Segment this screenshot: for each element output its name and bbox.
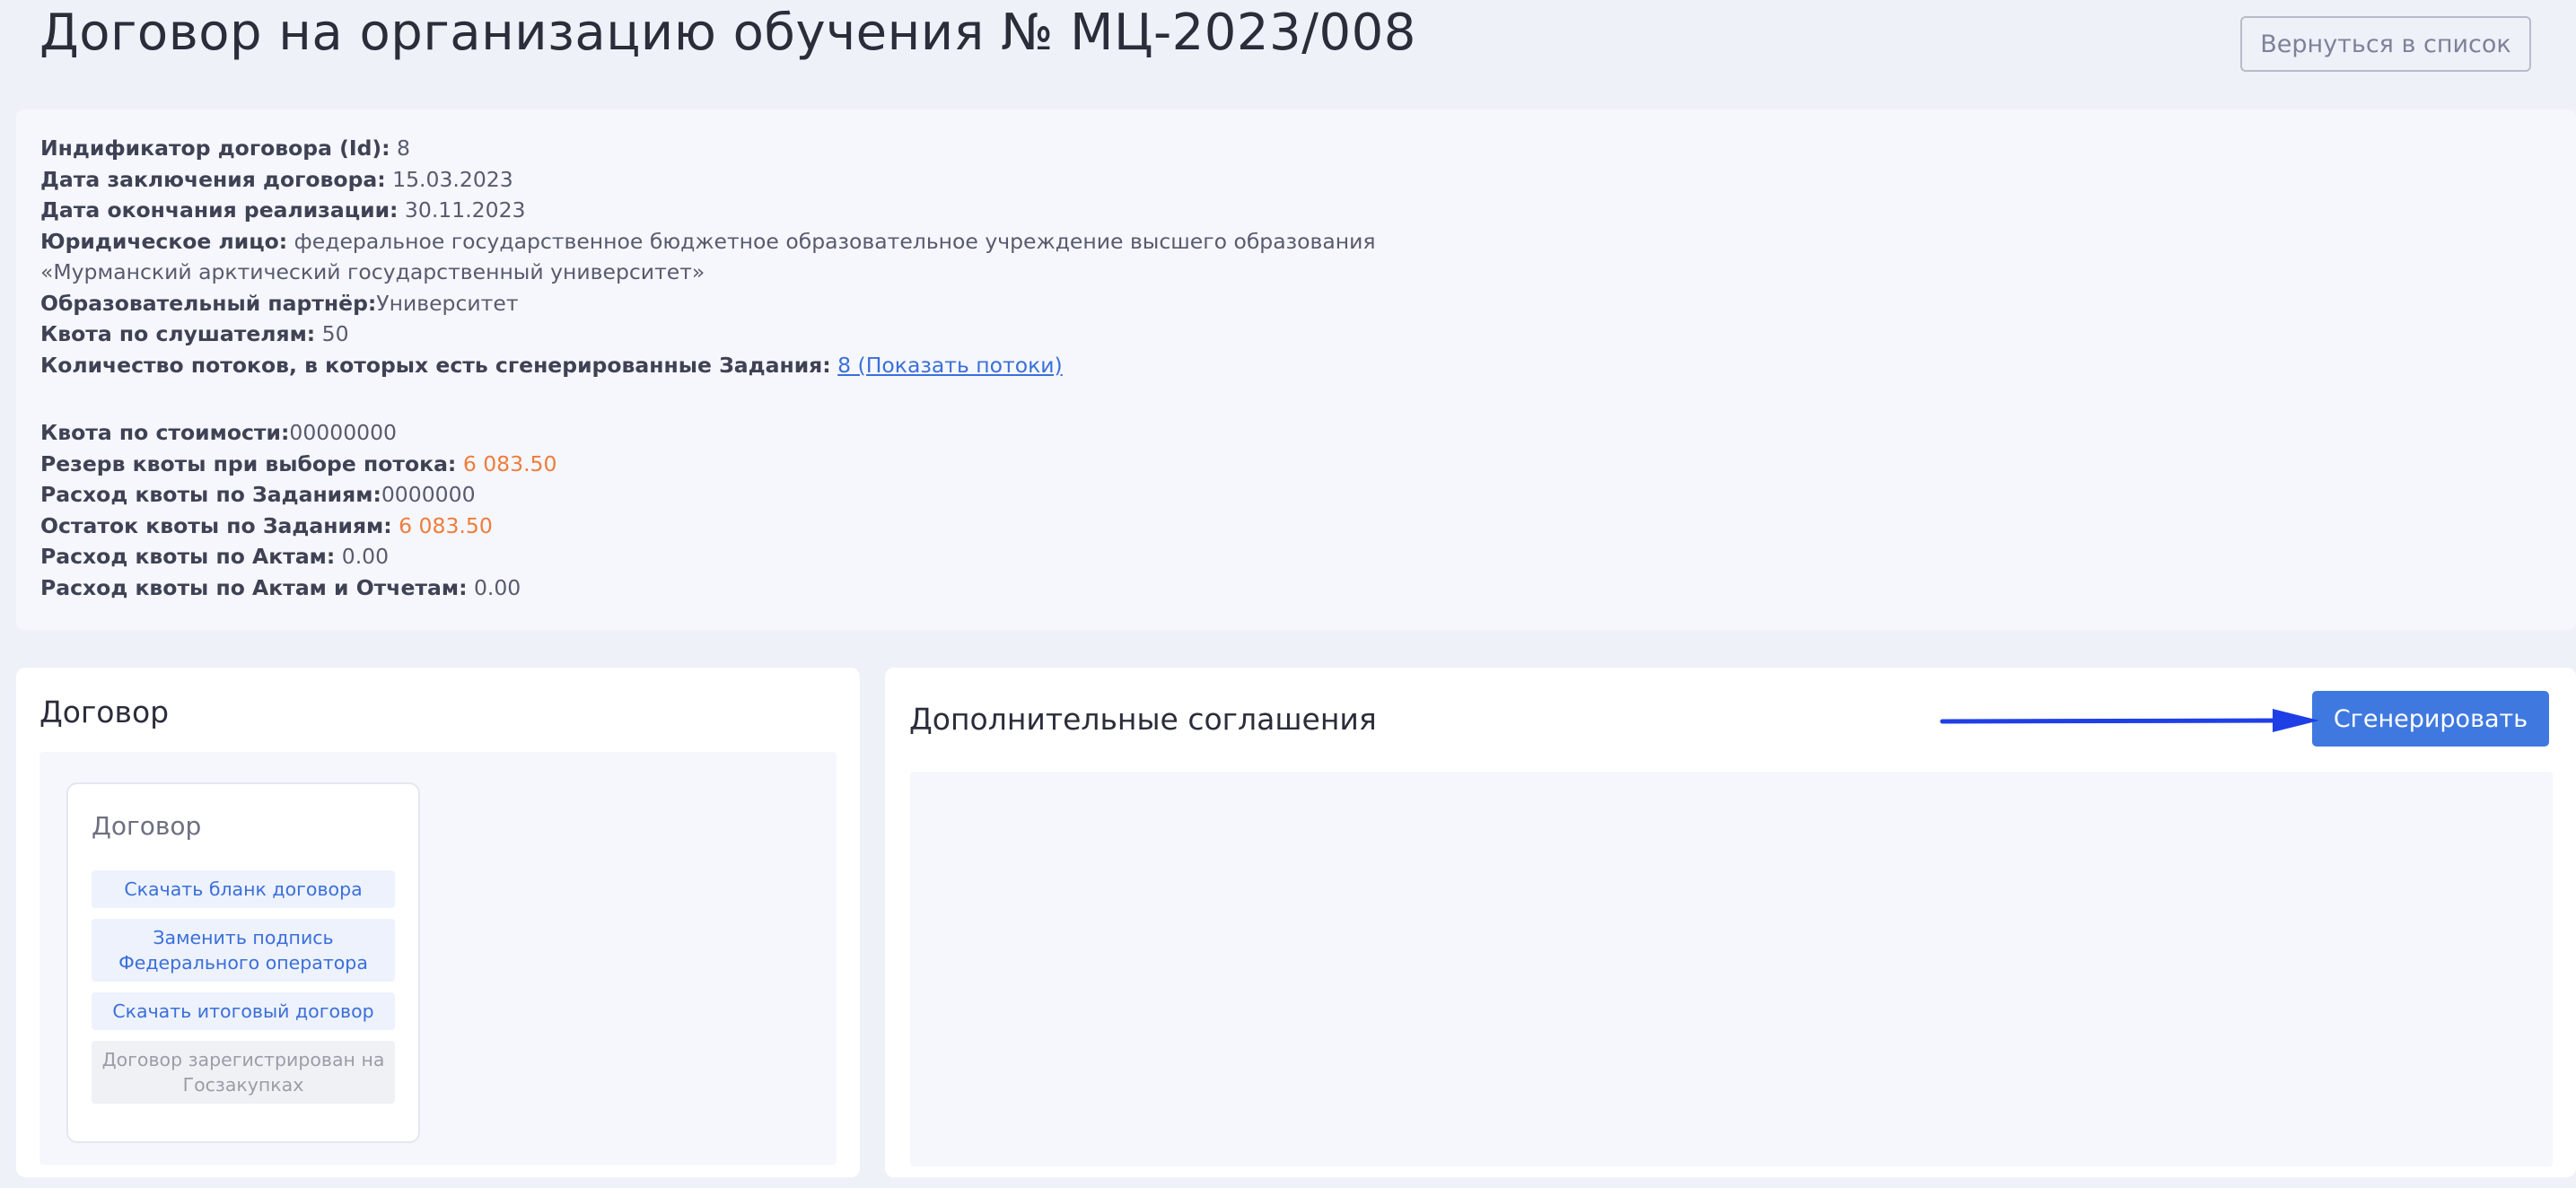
info-spend-acts-label: Расход квоты по Актам:	[40, 544, 336, 569]
agreements-list-area	[910, 772, 2553, 1166]
registered-status-button: Договор зарегистрирован на Госзакупках	[92, 1041, 395, 1104]
info-remain-tasks: Остаток квоты по Заданиям: 6 083.50	[40, 511, 1376, 542]
info-id-value: 8	[390, 135, 410, 161]
info-date-label: Дата заключения договора:	[40, 166, 386, 192]
info-end-date: Дата окончания реализации: 30.11.2023	[40, 195, 1376, 226]
info-remain-tasks-value: 6 083.50	[399, 512, 493, 538]
info-spend-acts: Расход квоты по Актам: 0.00	[40, 541, 1376, 572]
info-quota: Квота по слушателям: 50	[40, 319, 1376, 350]
info-spend-acts-reports: Расход квоты по Актам и Отчетам: 0.00	[40, 572, 1376, 604]
info-cost-quota-label: Квота по стоимости:	[40, 420, 290, 445]
info-entity: Юридическое лицо: федеральное государств…	[40, 226, 1376, 258]
download-final-button[interactable]: Скачать итоговый договор	[92, 992, 395, 1030]
info-entity-value: федеральное государственное бюджетное об…	[287, 228, 1376, 254]
info-entity-label: Юридическое лицо:	[40, 228, 288, 254]
info-streams-label: Количество потоков, в которых есть сгене…	[40, 352, 831, 378]
info-date-value: 15.03.2023	[385, 166, 513, 192]
info-id-label: Индификатор договора (Id):	[40, 135, 390, 161]
info-quota-label: Квота по слушателям:	[40, 321, 316, 346]
contract-panel-body: Договор Скачать бланк договора Заменить …	[39, 752, 837, 1165]
contract-info-list: Индификатор договора (Id): 8 Дата заключ…	[40, 133, 1376, 603]
info-date: Дата заключения договора: 15.03.2023	[40, 164, 1376, 196]
info-spend-acts-reports-value: 0.00	[467, 574, 521, 600]
agreements-panel-title: Дополнительные соглашения	[909, 702, 1377, 737]
info-partner: Образовательный партнёр:Университет	[40, 288, 1376, 319]
info-end-date-value: 30.11.2023	[398, 197, 526, 223]
info-spend-acts-reports-label: Расход квоты по Актам и Отчетам:	[40, 574, 468, 600]
contract-info-card: Индификатор договора (Id): 8 Дата заключ…	[16, 109, 2576, 630]
info-entity-value-2: «Мурманский арктический государственный …	[40, 259, 705, 284]
info-streams: Количество потоков, в которых есть сгене…	[40, 350, 1376, 381]
info-reserve-label: Резерв квоты при выборе потока:	[40, 450, 457, 476]
generate-button[interactable]: Сгенерировать	[2312, 691, 2549, 747]
annotation-arrow-icon	[1940, 709, 2319, 732]
info-cost-quota-value: 00000000	[289, 420, 398, 445]
info-spend-acts-value: 0.00	[335, 544, 390, 569]
agreements-panel: Дополнительные соглашения Сгенерировать	[885, 668, 2576, 1177]
download-blank-button[interactable]: Скачать бланк договора	[92, 870, 395, 908]
info-reserve-value: 6 083.50	[462, 450, 557, 476]
info-partner-value: Университет	[376, 290, 519, 316]
contract-card-title: Договор	[92, 811, 202, 841]
info-remain-tasks-label: Остаток квоты по Заданиям:	[40, 512, 392, 538]
show-streams-link[interactable]: 8 (Показать потоки)	[837, 353, 1063, 378]
page-header: Договор на организацию обучения № МЦ-202…	[0, 0, 2576, 109]
contract-panel-title: Договор	[39, 694, 170, 729]
contract-panel: Договор Договор Скачать бланк договора З…	[16, 668, 860, 1177]
replace-signature-button[interactable]: Заменить подпись Федерального оператора	[92, 919, 395, 982]
info-spend-tasks: Расход квоты по Заданиям:0000000	[40, 479, 1376, 511]
info-end-date-label: Дата окончания реализации:	[40, 197, 399, 223]
info-entity-continued: «Мурманский арктический государственный …	[40, 257, 1376, 288]
info-cost-quota: Квота по стоимости:00000000	[40, 417, 1376, 449]
contract-document-card: Договор Скачать бланк договора Заменить …	[66, 782, 420, 1143]
back-to-list-button[interactable]: Вернуться в список	[2240, 16, 2531, 72]
info-reserve: Резерв квоты при выборе потока: 6 083.50	[40, 449, 1376, 480]
info-spend-tasks-value: 0000000	[381, 482, 476, 507]
info-spend-tasks-label: Расход квоты по Заданиям:	[40, 482, 381, 507]
page-title: Договор на организацию обучения № МЦ-202…	[39, 4, 1416, 62]
info-id: Индификатор договора (Id): 8	[40, 133, 1376, 164]
info-quota-value: 50	[315, 321, 349, 346]
info-partner-label: Образовательный партнёр:	[40, 290, 377, 316]
